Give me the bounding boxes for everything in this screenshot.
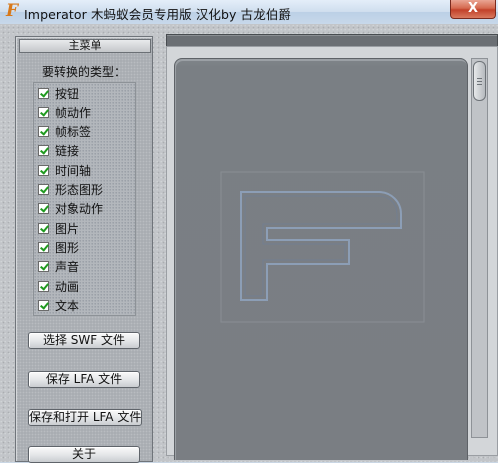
grip-line	[477, 84, 482, 85]
checkbox-checked-icon[interactable]	[38, 299, 49, 311]
vertical-scrollbar[interactable]	[471, 58, 488, 438]
type-item-text[interactable]: 文本	[38, 296, 138, 314]
type-label: 图形	[55, 240, 80, 255]
checkbox-checked-icon[interactable]	[38, 183, 49, 195]
checkbox-checked-icon[interactable]	[38, 144, 49, 156]
type-item-shape[interactable]: 图形	[38, 238, 138, 256]
close-icon: X	[467, 1, 479, 16]
type-label: 帧动作	[55, 105, 92, 120]
type-item-link[interactable]: 链接	[38, 141, 138, 159]
type-label: 文本	[55, 298, 80, 313]
type-item-image[interactable]: 图片	[38, 219, 138, 237]
type-label: 按钮	[55, 86, 80, 101]
close-button[interactable]: X	[450, 0, 496, 19]
type-label: 对象动作	[55, 201, 104, 216]
scroll-thumb[interactable]	[473, 61, 486, 101]
main-menu-header: 主菜单	[19, 39, 151, 53]
type-label: 图片	[55, 221, 80, 236]
checkbox-checked-icon[interactable]	[38, 260, 49, 272]
type-item-frame-action[interactable]: 帧动作	[38, 103, 138, 121]
app-icon: F	[5, 1, 19, 21]
checkbox-checked-icon[interactable]	[38, 87, 49, 99]
flash-f-logo-icon	[220, 171, 425, 323]
type-label: 动画	[55, 279, 80, 294]
type-label: 链接	[55, 143, 80, 158]
checkbox-checked-icon[interactable]	[38, 202, 49, 214]
type-label: 时间轴	[55, 163, 92, 178]
checkbox-checked-icon[interactable]	[38, 280, 49, 292]
checkbox-checked-icon[interactable]	[38, 222, 49, 234]
grip-line	[477, 78, 482, 79]
type-item-sound[interactable]: 声音	[38, 257, 138, 275]
grip-line	[477, 81, 482, 82]
type-label: 帧标签	[55, 124, 92, 139]
type-item-timeline[interactable]: 时间轴	[38, 161, 138, 179]
save-open-lfa-button[interactable]: 保存和打开 LFA 文件	[28, 409, 142, 426]
checkbox-checked-icon[interactable]	[38, 106, 49, 118]
save-lfa-button[interactable]: 保存 LFA 文件	[28, 371, 140, 388]
select-swf-button[interactable]: 选择 SWF 文件	[28, 332, 140, 349]
type-item-morph-shape[interactable]: 形态图形	[38, 180, 138, 198]
type-item-object-action[interactable]: 对象动作	[38, 199, 138, 217]
type-label: 声音	[55, 259, 80, 274]
type-item-button[interactable]: 按钮	[38, 84, 138, 102]
type-label: 形态图形	[55, 182, 104, 197]
types-section-label: 要转换的类型：	[41, 65, 126, 79]
window-title: Imperator 木蚂蚁会员专用版 汉化by 古龙伯爵	[24, 7, 292, 22]
type-item-frame-label[interactable]: 帧标签	[38, 122, 138, 140]
checkbox-checked-icon[interactable]	[38, 241, 49, 253]
title-bar[interactable]: F Imperator 木蚂蚁会员专用版 汉化by 古龙伯爵 X	[0, 0, 498, 25]
checkbox-checked-icon[interactable]	[38, 125, 49, 137]
about-button[interactable]: 关于	[28, 446, 140, 463]
type-item-animation[interactable]: 动画	[38, 277, 138, 295]
main-menu-panel: 主菜单 要转换的类型： 按钮 帧动作 帧标签 链接 时间轴 形态图形 对象动作 …	[15, 36, 153, 463]
checkbox-checked-icon[interactable]	[38, 164, 49, 176]
